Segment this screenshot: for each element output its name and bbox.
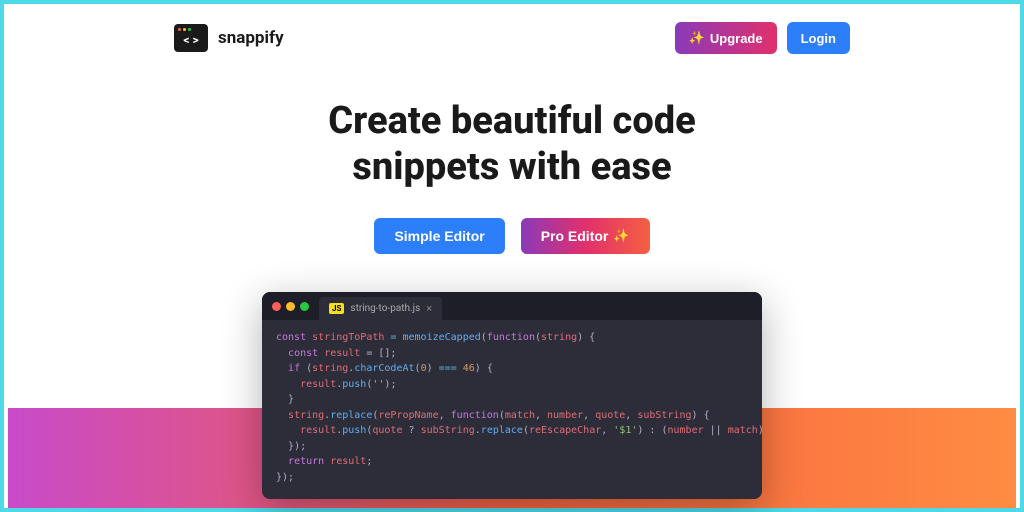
filename-label: string-to-path.js [350, 303, 420, 314]
upgrade-button[interactable]: ✨ Upgrade [675, 22, 777, 54]
logo-group[interactable]: < > snappify [174, 24, 284, 52]
header-actions: ✨ Upgrade Login [675, 22, 850, 54]
hero-title-line2: snippets with ease [352, 145, 671, 189]
sparkle-icon: ✨ [689, 30, 705, 46]
code-titlebar: JS string-to-path.js × [262, 292, 762, 320]
header: < > snappify ✨ Upgrade Login [4, 4, 1020, 64]
login-label: Login [801, 31, 836, 46]
upgrade-label: Upgrade [710, 31, 763, 46]
code-body: const stringToPath = memoizeCapped(funct… [262, 320, 762, 499]
login-button[interactable]: Login [787, 22, 850, 54]
brand-name: snappify [218, 28, 284, 48]
close-icon[interactable]: × [426, 302, 432, 315]
traffic-lights-icon [272, 302, 309, 311]
hero-title-line1: Create beautiful code [328, 99, 695, 143]
simple-editor-button[interactable]: Simple Editor [374, 218, 504, 254]
file-tab[interactable]: JS string-to-path.js × [319, 297, 442, 320]
cta-row: Simple Editor Pro Editor ✨ [4, 218, 1020, 254]
hero: Create beautiful code snippets with ease… [4, 64, 1020, 272]
code-window: JS string-to-path.js × const stringToPat… [262, 292, 762, 499]
logo-icon: < > [174, 24, 208, 52]
js-badge-icon: JS [329, 303, 344, 314]
pro-editor-label: Pro Editor [541, 228, 609, 244]
hero-title: Create beautiful code snippets with ease [4, 99, 1020, 190]
simple-editor-label: Simple Editor [394, 228, 484, 244]
pro-editor-button[interactable]: Pro Editor ✨ [521, 218, 650, 254]
sparkle-icon: ✨ [613, 228, 629, 244]
